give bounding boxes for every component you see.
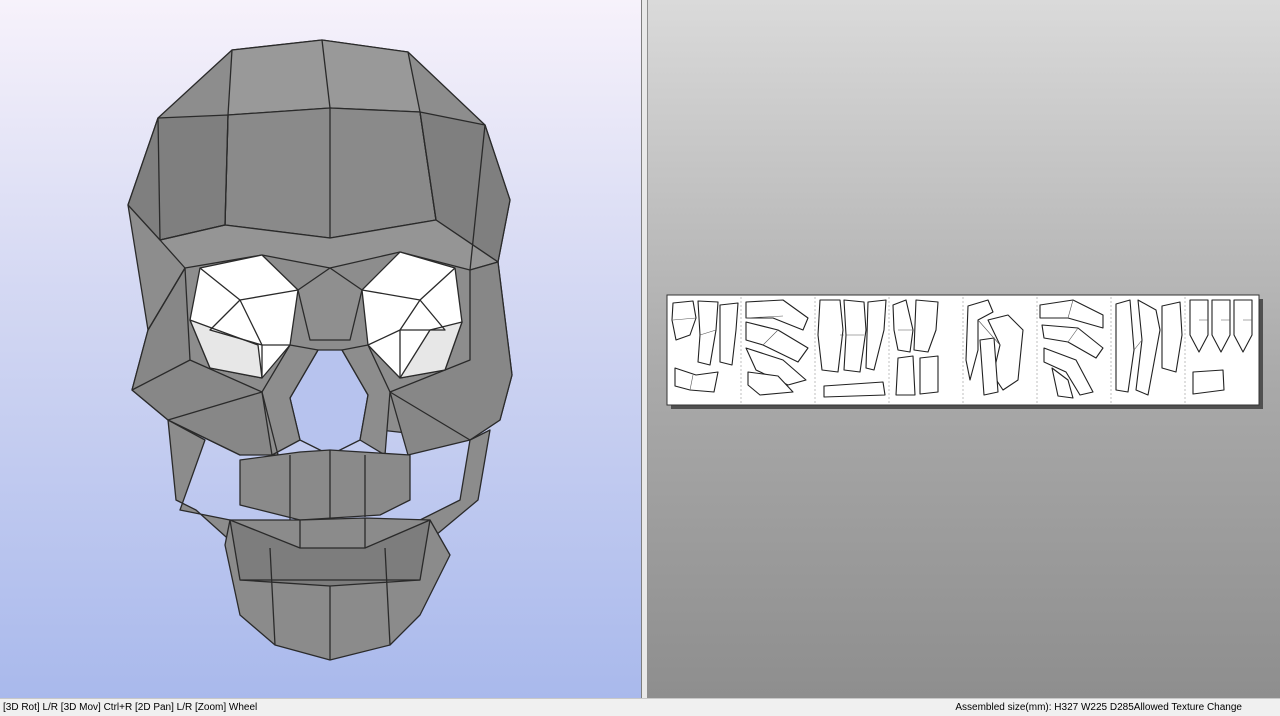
2d-view[interactable] xyxy=(648,0,1280,698)
upper-teeth xyxy=(239,449,411,521)
skull-3d-model[interactable] xyxy=(0,0,641,698)
assembled-size-readout: Assembled size(mm): H327 W225 D285Allowe… xyxy=(955,702,1242,713)
controls-hint: [3D Rot] L/R [3D Mov] Ctrl+R [2D Pan] L/… xyxy=(3,702,258,713)
3d-view[interactable] xyxy=(0,0,642,698)
unfolded-pattern-sheet[interactable] xyxy=(648,0,1280,698)
status-bar: [3D Rot] L/R [3D Mov] Ctrl+R [2D Pan] L/… xyxy=(0,698,1280,716)
